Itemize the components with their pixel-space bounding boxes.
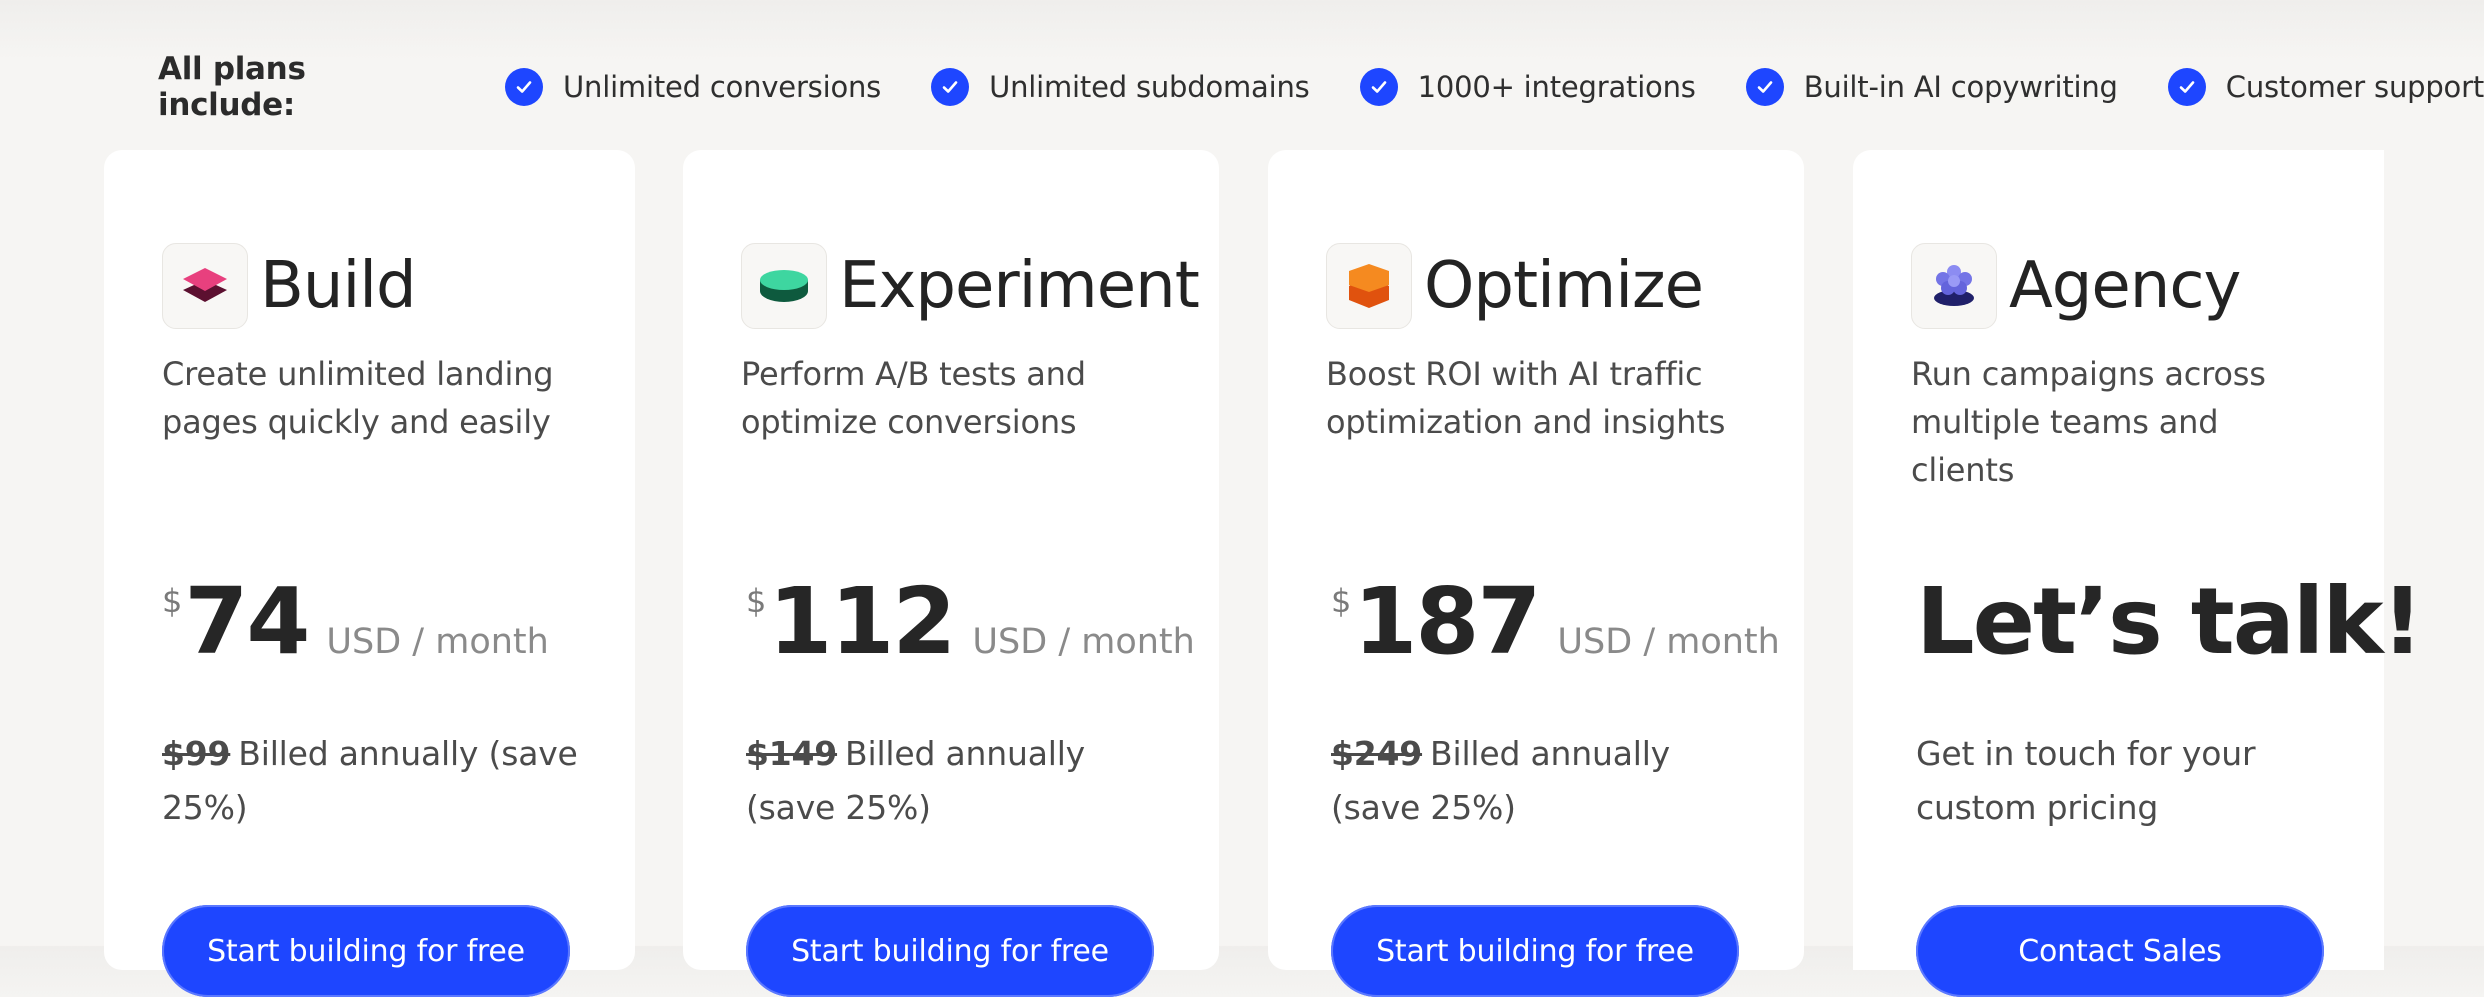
check-icon (1359, 68, 1398, 106)
currency-symbol: $ (162, 582, 183, 620)
plans-include-bar: All plans include: Unlimited conversions… (158, 51, 2484, 123)
lets-talk-headline: Let’s talk! (1916, 568, 2423, 675)
feature-item: Customer support (2167, 68, 2484, 106)
original-price: $249 (1331, 734, 1423, 773)
feature-item: Built-in AI copywriting (1745, 68, 2118, 106)
billing-note: $149 Billed annually (save 25%) (746, 727, 1166, 835)
feature-text: Built-in AI copywriting (1803, 70, 2118, 104)
check-icon (931, 68, 970, 106)
stacked-discs-green-icon (741, 243, 827, 329)
start-building-button[interactable]: Start building for free (746, 905, 1154, 997)
plan-card-experiment: Experiment Perform A/B tests and optimiz… (683, 150, 1219, 997)
plan-card-agency: Agency Run campaigns across multiple tea… (1853, 150, 2423, 997)
price: $ 112 USD / month (746, 572, 1195, 672)
price-amount: 187 (1353, 568, 1541, 675)
check-icon (1745, 68, 1784, 106)
custom-pricing-note: Get in touch for your custom pricing (1916, 734, 2256, 827)
includes-label: All plans include: (158, 51, 306, 123)
plan-description: Perform A/B tests and optimize conversio… (741, 355, 1086, 441)
billing-note: $249 Billed annually (save 25%) (1331, 727, 1751, 835)
currency-symbol: $ (746, 582, 767, 620)
billing-note: $99 Billed annually (save 25%) (162, 727, 582, 835)
plan-name: Agency (2009, 249, 2241, 323)
plan-description: Create unlimited landing pages quickly a… (162, 355, 554, 441)
stacked-layers-pink-icon (162, 243, 248, 329)
plan-name: Build (260, 249, 417, 323)
start-building-button[interactable]: Start building for free (1331, 905, 1739, 997)
stacked-flower-purple-icon (1911, 243, 1997, 329)
feature-item: Unlimited subdomains (931, 68, 1310, 106)
feature-text: Unlimited subdomains (989, 70, 1310, 104)
feature-item: Unlimited conversions (505, 68, 881, 106)
plan-card-optimize: Optimize Boost ROI with AI traffic optim… (1268, 150, 1804, 997)
price-amount: 74 (184, 568, 310, 675)
price-period: USD / month (972, 622, 1195, 662)
feature-text: 1000+ integrations (1417, 70, 1696, 104)
currency-symbol: $ (1331, 582, 1352, 620)
price: $ 74 USD / month (162, 572, 549, 672)
feature-text: Customer support (2225, 70, 2484, 104)
plan-description: Boost ROI with AI traffic optimization a… (1326, 355, 1726, 441)
price-period: USD / month (326, 622, 549, 662)
plan-name: Optimize (1424, 249, 1704, 323)
feature-item: 1000+ integrations (1359, 68, 1696, 106)
price-amount: 112 (768, 568, 956, 675)
price: $ 187 USD / month (1331, 572, 1780, 672)
feature-text: Unlimited conversions (563, 70, 882, 104)
price-period: USD / month (1557, 622, 1780, 662)
stacked-hexagons-orange-icon (1326, 243, 1412, 329)
contact-sales-button[interactable]: Contact Sales (1916, 905, 2324, 997)
check-icon (505, 68, 544, 106)
plan-card-build: Build Create unlimited landing pages qui… (104, 150, 635, 997)
start-building-button[interactable]: Start building for free (162, 905, 570, 997)
original-price: $99 (162, 734, 231, 773)
check-icon (2167, 68, 2206, 106)
plan-name: Experiment (839, 249, 1200, 323)
plan-description: Run campaigns across multiple teams and … (1911, 355, 2266, 489)
original-price: $149 (746, 734, 838, 773)
